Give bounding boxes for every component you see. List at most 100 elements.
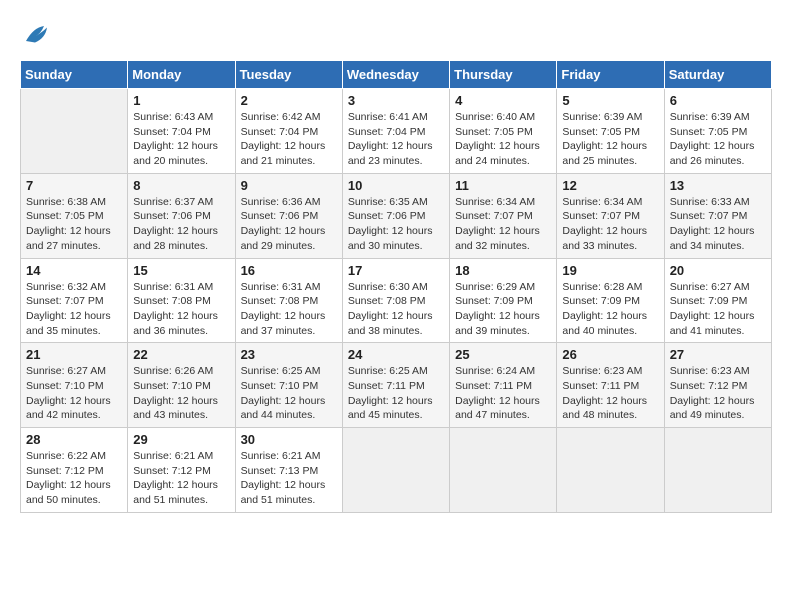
day-number: 21 [26,347,122,362]
day-info: Sunrise: 6:35 AM Sunset: 7:06 PM Dayligh… [348,195,444,254]
calendar-cell [342,428,449,513]
calendar-week-4: 21 Sunrise: 6:27 AM Sunset: 7:10 PM Dayli… [21,343,772,428]
calendar-cell: 4 Sunrise: 6:40 AM Sunset: 7:05 PM Daylig… [450,89,557,174]
calendar-week-1: 1 Sunrise: 6:43 AM Sunset: 7:04 PM Daylig… [21,89,772,174]
day-info: Sunrise: 6:27 AM Sunset: 7:10 PM Dayligh… [26,364,122,423]
day-number: 15 [133,263,229,278]
day-number: 25 [455,347,551,362]
day-info: Sunrise: 6:30 AM Sunset: 7:08 PM Dayligh… [348,280,444,339]
day-number: 7 [26,178,122,193]
calendar-header-thursday: Thursday [450,61,557,89]
day-number: 8 [133,178,229,193]
day-number: 29 [133,432,229,447]
calendar-cell: 16Sunrise: 6:31 AM Sunset: 7:08 PM Dayli… [235,258,342,343]
calendar-cell: 5 Sunrise: 6:39 AM Sunset: 7:05 PM Daylig… [557,89,664,174]
calendar-cell: 22 Sunrise: 6:26 AM Sunset: 7:10 PM Dayli… [128,343,235,428]
day-number: 2 [241,93,337,108]
day-number: 23 [241,347,337,362]
day-info: Sunrise: 6:32 AM Sunset: 7:07 PM Dayligh… [26,280,122,339]
calendar-week-5: 28 Sunrise: 6:22 AM Sunset: 7:12 PM Dayli… [21,428,772,513]
calendar-cell: 20Sunrise: 6:27 AM Sunset: 7:09 PM Dayli… [664,258,771,343]
calendar-cell: 29 Sunrise: 6:21 AM Sunset: 7:12 PM Dayli… [128,428,235,513]
day-info: Sunrise: 6:42 AM Sunset: 7:04 PM Dayligh… [241,110,337,169]
calendar-cell [664,428,771,513]
day-number: 14 [26,263,122,278]
calendar-cell: 13Sunrise: 6:33 AM Sunset: 7:07 PM Dayli… [664,173,771,258]
day-info: Sunrise: 6:31 AM Sunset: 7:08 PM Dayligh… [241,280,337,339]
calendar-header-monday: Monday [128,61,235,89]
day-number: 5 [562,93,658,108]
calendar-cell: 18 Sunrise: 6:29 AM Sunset: 7:09 PM Dayli… [450,258,557,343]
day-number: 11 [455,178,551,193]
day-number: 6 [670,93,766,108]
day-info: Sunrise: 6:23 AM Sunset: 7:12 PM Dayligh… [670,364,766,423]
day-info: Sunrise: 6:25 AM Sunset: 7:11 PM Dayligh… [348,364,444,423]
day-number: 19 [562,263,658,278]
day-number: 12 [562,178,658,193]
calendar-cell: 3Sunrise: 6:41 AM Sunset: 7:04 PM Daylig… [342,89,449,174]
calendar-cell: 26 Sunrise: 6:23 AM Sunset: 7:11 PM Dayli… [557,343,664,428]
calendar-cell: 7 Sunrise: 6:38 AM Sunset: 7:05 PM Daylig… [21,173,128,258]
day-info: Sunrise: 6:31 AM Sunset: 7:08 PM Dayligh… [133,280,229,339]
day-number: 30 [241,432,337,447]
day-info: Sunrise: 6:21 AM Sunset: 7:12 PM Dayligh… [133,449,229,508]
day-info: Sunrise: 6:26 AM Sunset: 7:10 PM Dayligh… [133,364,229,423]
calendar-cell [557,428,664,513]
calendar-week-2: 7 Sunrise: 6:38 AM Sunset: 7:05 PM Daylig… [21,173,772,258]
day-number: 4 [455,93,551,108]
calendar-cell: 14 Sunrise: 6:32 AM Sunset: 7:07 PM Dayli… [21,258,128,343]
calendar-header-saturday: Saturday [664,61,771,89]
day-number: 28 [26,432,122,447]
day-info: Sunrise: 6:25 AM Sunset: 7:10 PM Dayligh… [241,364,337,423]
calendar-cell: 24 Sunrise: 6:25 AM Sunset: 7:11 PM Dayli… [342,343,449,428]
day-number: 9 [241,178,337,193]
day-number: 1 [133,93,229,108]
calendar-cell: 19 Sunrise: 6:28 AM Sunset: 7:09 PM Dayli… [557,258,664,343]
calendar-table: SundayMondayTuesdayWednesdayThursdayFrid… [20,60,772,513]
page-header [20,20,772,50]
calendar-cell: 17 Sunrise: 6:30 AM Sunset: 7:08 PM Dayli… [342,258,449,343]
calendar-header-wednesday: Wednesday [342,61,449,89]
calendar-header-friday: Friday [557,61,664,89]
calendar-cell: 8Sunrise: 6:37 AM Sunset: 7:06 PM Daylig… [128,173,235,258]
day-info: Sunrise: 6:36 AM Sunset: 7:06 PM Dayligh… [241,195,337,254]
calendar-cell: 30Sunrise: 6:21 AM Sunset: 7:13 PM Dayli… [235,428,342,513]
day-number: 24 [348,347,444,362]
day-info: Sunrise: 6:29 AM Sunset: 7:09 PM Dayligh… [455,280,551,339]
day-number: 27 [670,347,766,362]
day-number: 22 [133,347,229,362]
calendar-cell: 21 Sunrise: 6:27 AM Sunset: 7:10 PM Dayli… [21,343,128,428]
calendar-cell: 23 Sunrise: 6:25 AM Sunset: 7:10 PM Dayli… [235,343,342,428]
logo-icon [20,20,50,50]
calendar-cell: 10 Sunrise: 6:35 AM Sunset: 7:06 PM Dayli… [342,173,449,258]
day-info: Sunrise: 6:43 AM Sunset: 7:04 PM Dayligh… [133,110,229,169]
day-number: 10 [348,178,444,193]
day-info: Sunrise: 6:23 AM Sunset: 7:11 PM Dayligh… [562,364,658,423]
calendar-cell: 15 Sunrise: 6:31 AM Sunset: 7:08 PM Dayli… [128,258,235,343]
calendar-cell: 12 Sunrise: 6:34 AM Sunset: 7:07 PM Dayli… [557,173,664,258]
calendar-cell: 1 Sunrise: 6:43 AM Sunset: 7:04 PM Daylig… [128,89,235,174]
logo [20,20,54,50]
day-number: 13 [670,178,766,193]
day-info: Sunrise: 6:38 AM Sunset: 7:05 PM Dayligh… [26,195,122,254]
day-info: Sunrise: 6:22 AM Sunset: 7:12 PM Dayligh… [26,449,122,508]
calendar-header-row: SundayMondayTuesdayWednesdayThursdayFrid… [21,61,772,89]
calendar-cell: 11 Sunrise: 6:34 AM Sunset: 7:07 PM Dayli… [450,173,557,258]
day-info: Sunrise: 6:39 AM Sunset: 7:05 PM Dayligh… [562,110,658,169]
day-info: Sunrise: 6:39 AM Sunset: 7:05 PM Dayligh… [670,110,766,169]
calendar-cell: 2 Sunrise: 6:42 AM Sunset: 7:04 PM Daylig… [235,89,342,174]
calendar-cell: 27 Sunrise: 6:23 AM Sunset: 7:12 PM Dayli… [664,343,771,428]
day-number: 26 [562,347,658,362]
day-info: Sunrise: 6:28 AM Sunset: 7:09 PM Dayligh… [562,280,658,339]
day-number: 18 [455,263,551,278]
calendar-cell: 9 Sunrise: 6:36 AM Sunset: 7:06 PM Daylig… [235,173,342,258]
calendar-cell: 6 Sunrise: 6:39 AM Sunset: 7:05 PM Daylig… [664,89,771,174]
calendar-header-sunday: Sunday [21,61,128,89]
day-info: Sunrise: 6:40 AM Sunset: 7:05 PM Dayligh… [455,110,551,169]
day-info: Sunrise: 6:24 AM Sunset: 7:11 PM Dayligh… [455,364,551,423]
calendar-cell [450,428,557,513]
day-number: 17 [348,263,444,278]
day-info: Sunrise: 6:34 AM Sunset: 7:07 PM Dayligh… [562,195,658,254]
day-info: Sunrise: 6:27 AM Sunset: 7:09 PM Dayligh… [670,280,766,339]
day-info: Sunrise: 6:34 AM Sunset: 7:07 PM Dayligh… [455,195,551,254]
